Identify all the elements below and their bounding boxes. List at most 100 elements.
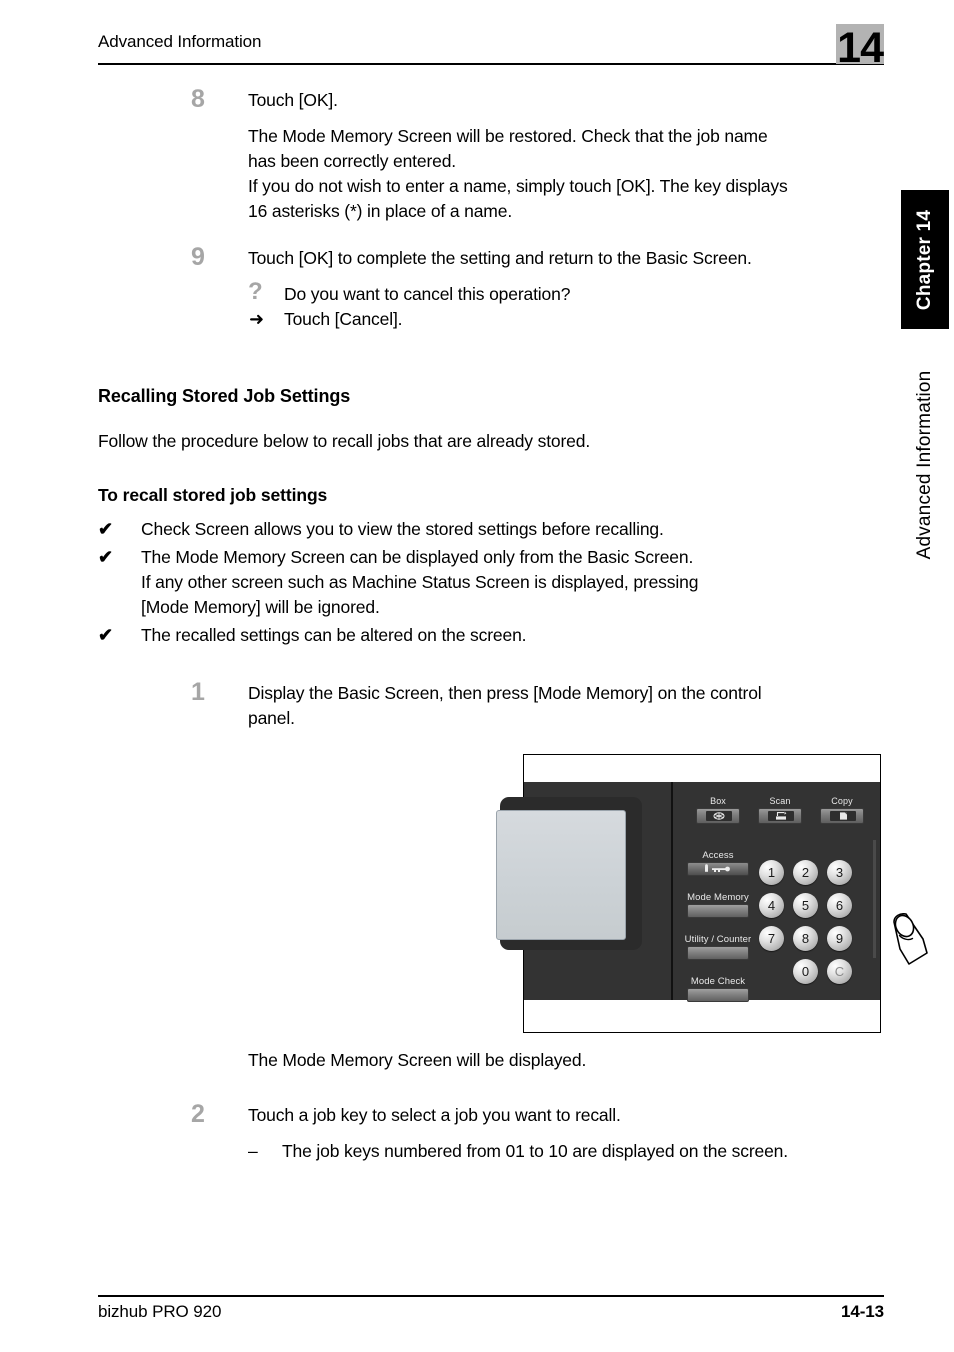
step-1-line2: panel. xyxy=(248,708,295,728)
key-card-icon xyxy=(688,863,748,875)
keypad-key-7[interactable]: 7 xyxy=(759,926,784,951)
side-tab-section-label: Advanced Information xyxy=(914,370,935,560)
numeric-keypad: 1 2 3 4 5 6 7 8 9 0 C xyxy=(759,860,869,984)
keypad-key-5[interactable]: 5 xyxy=(793,893,818,918)
pointing-hand-icon xyxy=(891,913,933,971)
chapter-number-text: 14 xyxy=(837,24,884,72)
keypad-key-8[interactable]: 8 xyxy=(793,926,818,951)
check-bullet-2: ✔ The Mode Memory Screen can be displaye… xyxy=(98,545,888,620)
step-2-note-row: – The job keys numbered from 01 to 10 ar… xyxy=(248,1139,888,1164)
header-rule xyxy=(98,63,884,65)
step-8-number: 8 xyxy=(191,85,205,113)
keypad-key-3[interactable]: 3 xyxy=(827,860,852,885)
box-button-label: Box xyxy=(710,796,726,806)
box-button-key[interactable] xyxy=(696,808,740,824)
arrow-right-icon: ➜ xyxy=(249,309,265,329)
step-9-answer-row: ➜ Touch [Cancel]. xyxy=(248,307,888,332)
keypad-key-2[interactable]: 2 xyxy=(793,860,818,885)
copy-button-label: Copy xyxy=(831,796,853,806)
check-bullet-2-line1: The Mode Memory Screen can be displayed … xyxy=(141,547,694,567)
side-tab-chapter: Chapter 14 xyxy=(901,190,949,329)
mode-memory-button-label: Mode Memory xyxy=(687,892,749,903)
step-2: 2 Touch a job key to select a job you wa… xyxy=(98,1100,888,1164)
scan-button-label: Scan xyxy=(769,796,791,806)
check-bullet-2-line3: [Mode Memory] will be ignored. xyxy=(141,597,380,617)
keypad-key-1[interactable]: 1 xyxy=(759,860,784,885)
mode-memory-button-key[interactable] xyxy=(687,904,749,918)
scan-icon xyxy=(768,811,794,821)
access-button-label: Access xyxy=(702,850,734,861)
step-9-title: Touch [OK] to complete the setting and r… xyxy=(248,248,752,268)
after-figure-text: The Mode Memory Screen will be displayed… xyxy=(248,1050,587,1070)
utility-counter-button-key[interactable] xyxy=(687,946,749,960)
check-icon: ✔ xyxy=(98,519,114,539)
heading-recalling-stored-job-settings: Recalling Stored Job Settings xyxy=(98,386,351,406)
panel-edge-accent xyxy=(873,840,876,958)
step-9-number: 9 xyxy=(191,243,205,271)
footer-page-number: 14-13 xyxy=(841,1302,884,1321)
chapter-number-badge: 14 xyxy=(836,24,884,70)
footer-rule xyxy=(98,1295,884,1297)
keypad-key-6[interactable]: 6 xyxy=(827,893,852,918)
step-9-answer-text: Touch [Cancel]. xyxy=(284,309,403,329)
copy-button-key[interactable] xyxy=(820,808,864,824)
step-9-question-text: Do you want to cancel this operation? xyxy=(284,284,571,304)
header-title: Advanced Information xyxy=(98,32,262,51)
keypad-key-clear[interactable]: C xyxy=(827,959,852,984)
heading-to-recall-stored-job-settings: To recall stored job settings xyxy=(98,485,328,505)
step-2-note-text: The job keys numbered from 01 to 10 are … xyxy=(282,1141,788,1161)
step-9: 9 Touch [OK] to complete the setting and… xyxy=(98,243,888,332)
check-icon: ✔ xyxy=(98,625,114,645)
side-tab-section: Advanced Information xyxy=(901,340,949,590)
box-icon xyxy=(706,811,732,821)
lcd-touch-screen[interactable] xyxy=(496,810,626,940)
step-8: 8 Touch [OK]. The Mode Memory Screen wil… xyxy=(98,85,888,224)
copy-icon xyxy=(830,811,856,821)
keypad-key-9[interactable]: 9 xyxy=(827,926,852,951)
step-8-para-line1: The Mode Memory Screen will be restored.… xyxy=(248,126,768,146)
document-page: Advanced Information 14 Chapter 14 Advan… xyxy=(0,0,954,1352)
keypad-key-4[interactable]: 4 xyxy=(759,893,784,918)
page-content-lower: The Mode Memory Screen will be displayed… xyxy=(98,1048,888,1164)
step-9-question-row: ? Do you want to cancel this operation? xyxy=(248,278,888,307)
control-panel-body: Box Scan Copy Access Mode Memory Utility… xyxy=(496,782,928,1002)
step-1: 1 Display the Basic Screen, then press [… xyxy=(98,678,888,731)
step-2-number: 2 xyxy=(191,1100,205,1128)
step-8-para-line2: has been correctly entered. xyxy=(248,151,457,171)
control-panel-figure: Box Scan Copy Access Mode Memory Utility… xyxy=(496,754,928,1033)
page-header: Advanced Information xyxy=(98,32,884,52)
mode-check-button-key[interactable] xyxy=(687,988,749,1002)
panel-right-section: Box Scan Copy Access Mode Memory Utility… xyxy=(673,782,928,1002)
step-2-title: Touch a job key to select a job you want… xyxy=(248,1105,621,1125)
keypad-key-0[interactable]: 0 xyxy=(793,959,818,984)
intro-recalling-text: Follow the procedure below to recall job… xyxy=(98,431,591,451)
check-icon: ✔ xyxy=(98,547,114,567)
utility-counter-button-label: Utility / Counter xyxy=(684,934,752,945)
dash-bullet-icon: – xyxy=(248,1141,258,1161)
question-mark-icon: ? xyxy=(248,278,263,305)
footer-product-name: bizhub PRO 920 xyxy=(98,1302,222,1321)
step-1-line1: Display the Basic Screen, then press [Mo… xyxy=(248,683,762,703)
page-content: 8 Touch [OK]. The Mode Memory Screen wil… xyxy=(98,85,888,731)
check-bullet-1-line1: Check Screen allows you to view the stor… xyxy=(141,519,664,539)
step-8-para-line4: 16 asterisks (*) in place of a name. xyxy=(248,201,513,221)
access-button-key[interactable] xyxy=(687,862,749,876)
mode-check-button-label: Mode Check xyxy=(690,976,746,987)
check-bullet-3: ✔ The recalled settings can be altered o… xyxy=(98,623,888,648)
check-bullet-2-line2: If any other screen such as Machine Stat… xyxy=(141,572,699,592)
step-8-para-line3: If you do not wish to enter a name, simp… xyxy=(248,176,788,196)
figure-caption-block: The Mode Memory Screen will be displayed… xyxy=(98,1048,888,1073)
check-bullet-3-line1: The recalled settings can be altered on … xyxy=(141,625,527,645)
scan-button-key[interactable] xyxy=(758,808,802,824)
side-tab-chapter-label: Chapter 14 xyxy=(914,209,935,310)
